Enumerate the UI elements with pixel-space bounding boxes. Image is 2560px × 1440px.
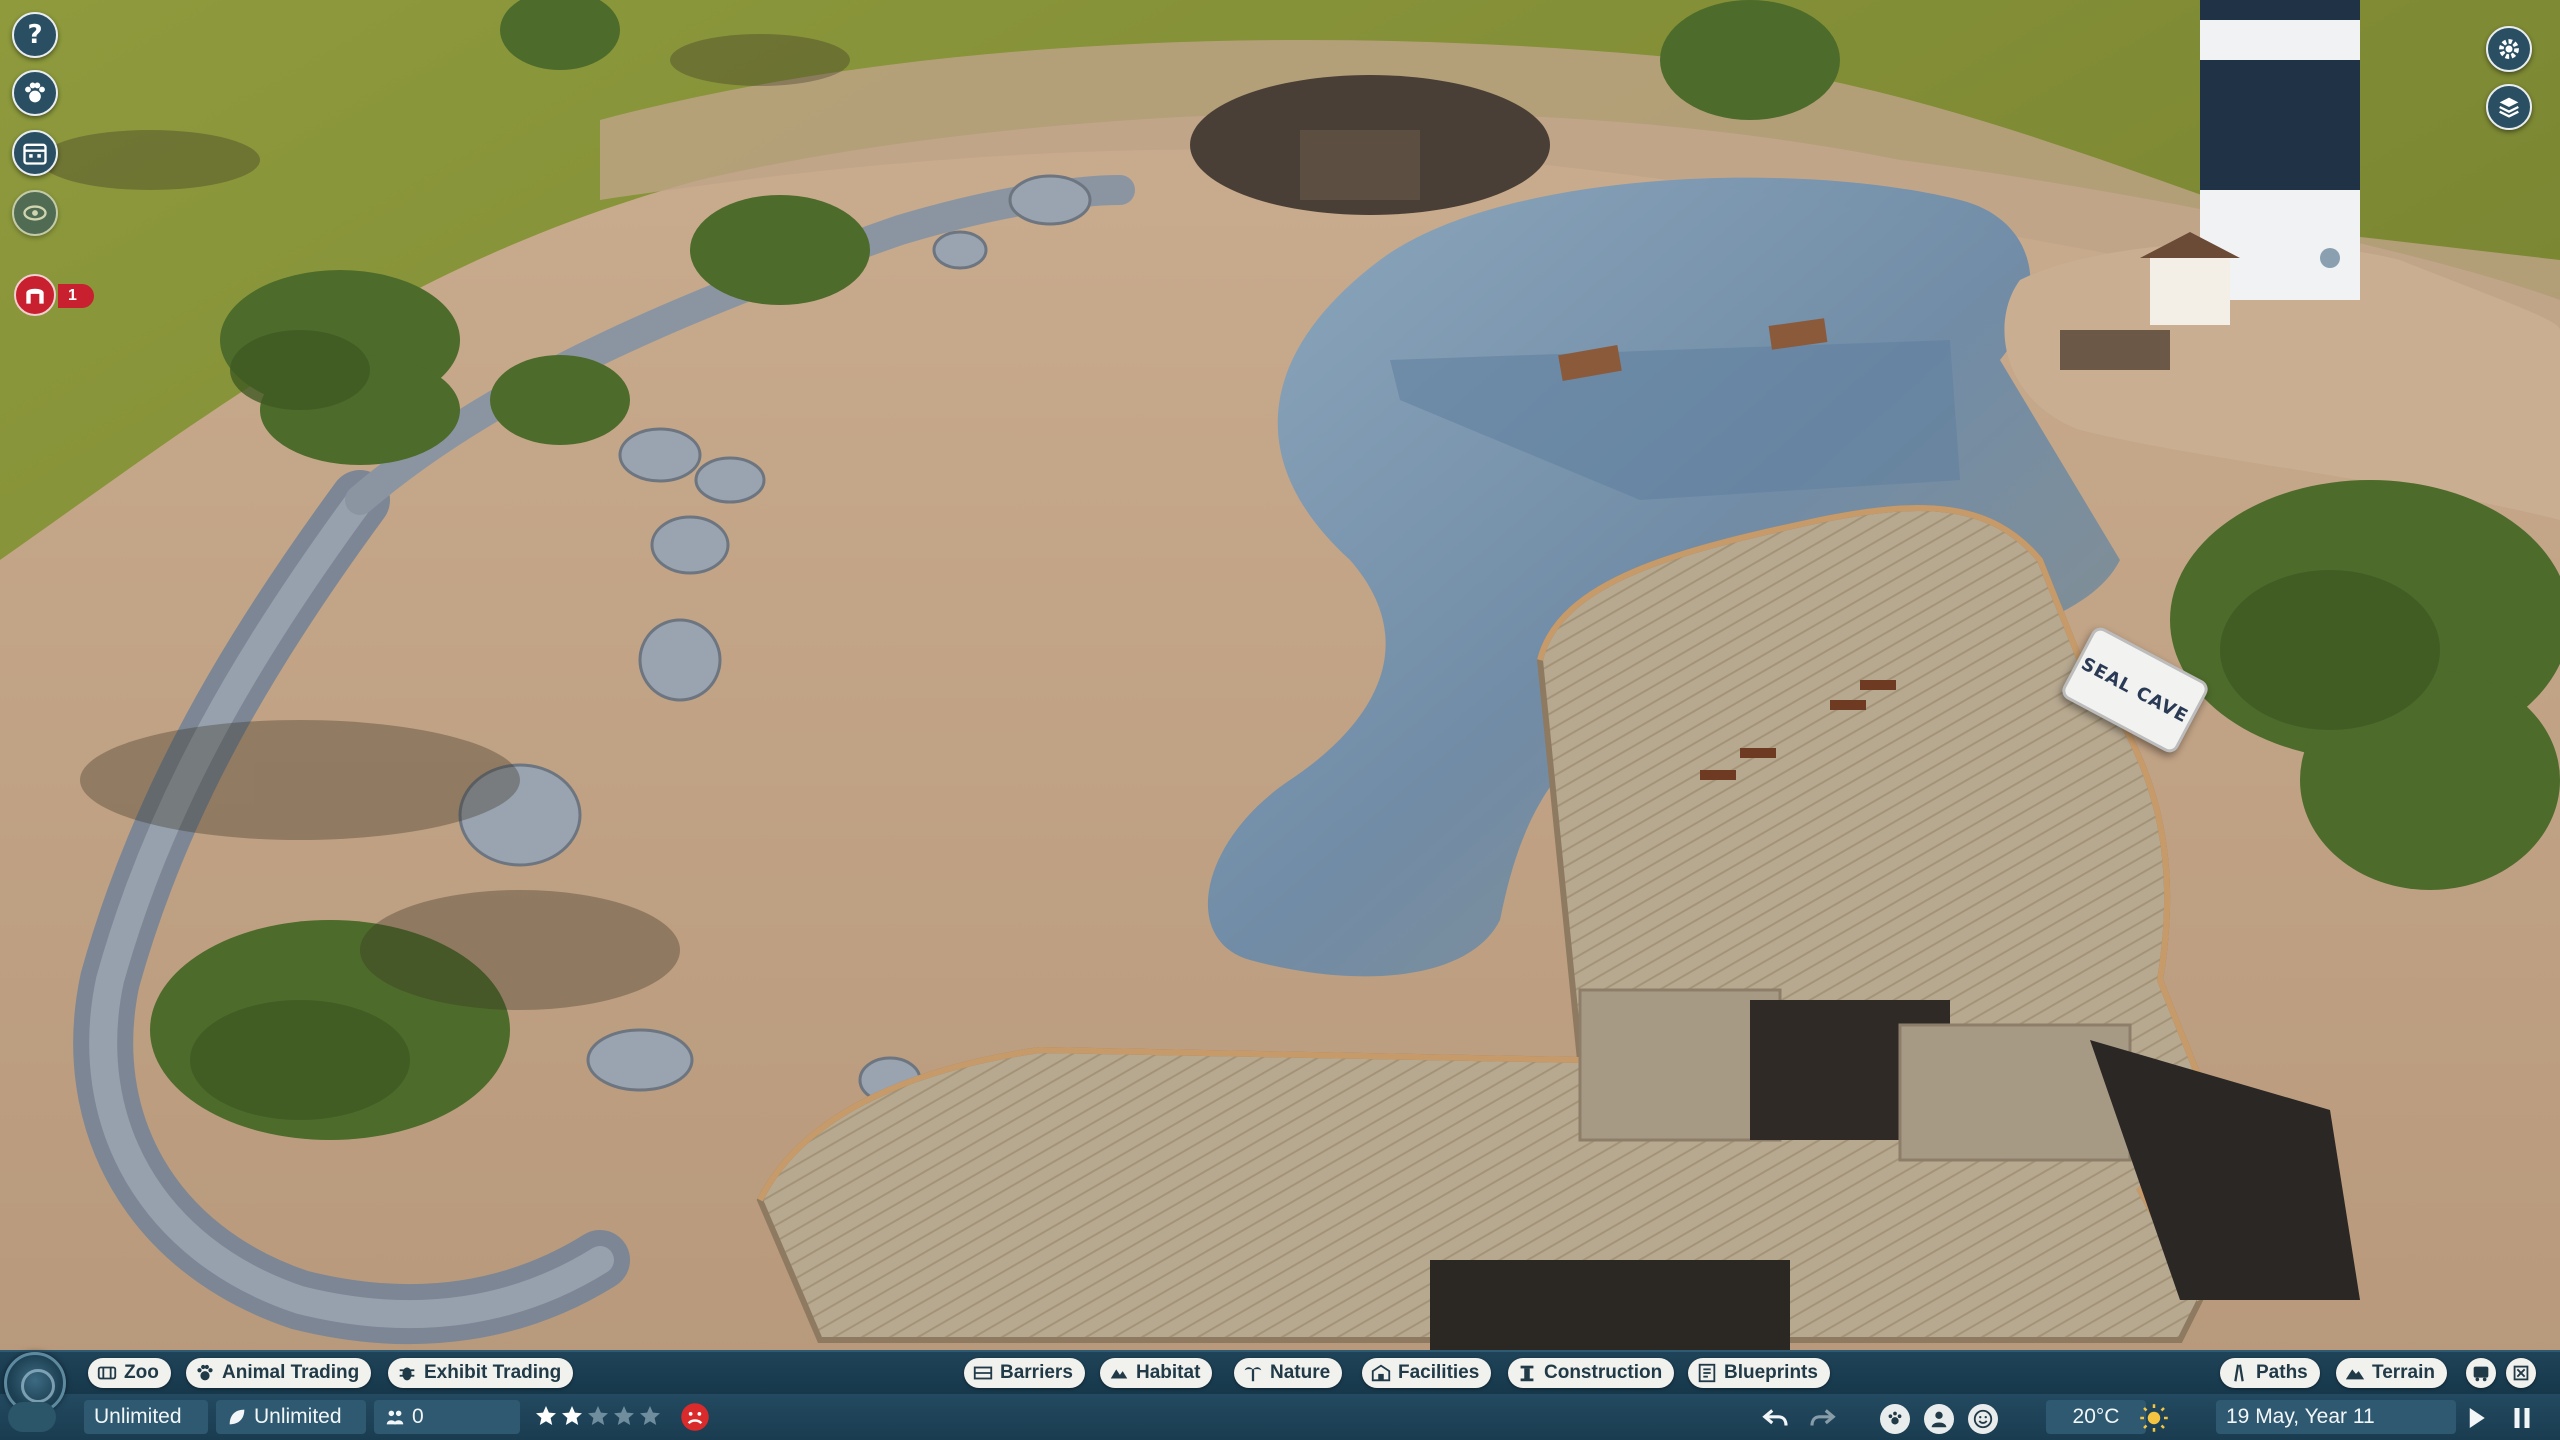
pause-icon — [2514, 1408, 2530, 1428]
animal-trading-tab[interactable]: Animal Trading — [186, 1358, 372, 1388]
help-button[interactable]: ? — [12, 12, 58, 58]
facility-building-icon — [1371, 1364, 1391, 1382]
calendar-button[interactable] — [12, 130, 58, 176]
guests-icon — [386, 1410, 404, 1425]
temperature-value: 20°C — [2072, 1405, 2120, 1428]
redo-icon — [1810, 1409, 1836, 1426]
alert-gate-icon — [26, 288, 44, 304]
alert-count-badge: 1 — [58, 284, 94, 308]
terrain-tab[interactable]: Terrain — [2336, 1358, 2448, 1388]
sad-face-icon[interactable] — [680, 1402, 710, 1432]
habitat-icon — [1110, 1369, 1128, 1379]
redo-button[interactable] — [1806, 1402, 1838, 1434]
animal-paw-icon — [197, 1364, 213, 1381]
palm-tree-icon — [1244, 1367, 1262, 1382]
blueprints-tab-label: Blueprints — [1724, 1362, 1818, 1383]
settings-gear-icon — [2499, 39, 2519, 59]
animal-paw-icon — [25, 82, 45, 103]
terrain-tab-label: Terrain — [2372, 1362, 2436, 1383]
undo-button[interactable] — [1760, 1402, 1792, 1434]
bus-icon — [2473, 1366, 2489, 1382]
money-display[interactable]: Unlimited — [84, 1400, 208, 1434]
research-display[interactable]: Unlimited — [216, 1400, 366, 1434]
zoo-icon — [97, 1366, 117, 1380]
transport-tab[interactable] — [2466, 1358, 2496, 1388]
alert-button[interactable] — [14, 274, 56, 316]
barriers-tab[interactable]: Barriers — [964, 1358, 1085, 1388]
terrain-icon — [2345, 1369, 2365, 1380]
bug-icon — [399, 1367, 415, 1381]
staff-icon — [1931, 1411, 1947, 1428]
habitat-tab[interactable]: Habitat — [1100, 1358, 1213, 1388]
star-empty-icon — [588, 1406, 608, 1425]
blueprints-tab[interactable]: Blueprints — [1688, 1358, 1830, 1388]
date-value: 19 May, Year 11 — [2226, 1405, 2375, 1428]
star-empty-icon — [614, 1406, 634, 1425]
undo-icon — [1762, 1409, 1788, 1426]
staff-view-button[interactable] — [1924, 1404, 1954, 1434]
nature-tab-label: Nature — [1270, 1362, 1331, 1383]
fence-icon — [973, 1366, 993, 1380]
game-viewport[interactable]: SEAL CAVE — [0, 0, 2560, 1440]
delete-tab[interactable] — [2506, 1358, 2536, 1388]
exhibit-trading-tab[interactable]: Exhibit Trading — [388, 1358, 574, 1388]
heatmap-view-button[interactable] — [1968, 1404, 1998, 1434]
money-value: Unlimited — [94, 1405, 182, 1428]
play-speed-button[interactable] — [2460, 1402, 2492, 1434]
facilities-tab[interactable]: Facilities — [1362, 1358, 1492, 1388]
habitat-tab-label: Habitat — [1136, 1362, 1201, 1383]
guests-value: 0 — [412, 1405, 424, 1428]
construction-pillar-icon — [1520, 1365, 1534, 1382]
temperature-display: 20°C — [2046, 1400, 2146, 1434]
help-icon: ? — [27, 20, 43, 50]
pause-button[interactable] — [2506, 1402, 2538, 1434]
zoo-tab-label: Zoo — [124, 1362, 159, 1383]
date-display: 19 May, Year 11 — [2216, 1400, 2456, 1434]
weather-indicator — [2138, 1402, 2170, 1434]
paw-badge-icon — [1888, 1411, 1902, 1425]
settings-button[interactable] — [2486, 26, 2532, 72]
blueprint-icon — [1698, 1363, 1716, 1383]
paths-tab-label: Paths — [2256, 1362, 2308, 1383]
paths-tab[interactable]: Paths — [2220, 1358, 2320, 1388]
research-value: Unlimited — [254, 1405, 342, 1428]
zoopedia-button[interactable] — [2486, 84, 2532, 130]
book-icon — [2499, 97, 2519, 118]
exhibit-trading-tab-label: Exhibit Trading — [424, 1362, 562, 1383]
camera-toggle[interactable] — [8, 1402, 56, 1432]
star-empty-icon — [640, 1406, 660, 1425]
zoo-view-button[interactable] — [1880, 1404, 1910, 1434]
zoo-tab[interactable]: Zoo — [88, 1358, 171, 1388]
barriers-tab-label: Barriers — [1000, 1362, 1073, 1383]
zoo-rating-stars[interactable] — [534, 1404, 662, 1432]
star-filled-icon — [536, 1406, 556, 1425]
star-filled-icon — [562, 1406, 582, 1425]
view-button[interactable] — [12, 190, 58, 236]
sun-icon — [2140, 1404, 2168, 1432]
facilities-tab-label: Facilities — [1398, 1362, 1480, 1383]
guests-display[interactable]: 0 — [374, 1400, 520, 1434]
construction-tab-label: Construction — [1544, 1362, 1663, 1383]
animal-trading-tab-label: Animal Trading — [222, 1362, 360, 1383]
play-icon — [2469, 1408, 2485, 1428]
paths-icon — [2234, 1364, 2244, 1382]
animals-button[interactable] — [12, 70, 58, 116]
smiley-icon — [1973, 1409, 1993, 1429]
leaf-icon — [229, 1409, 245, 1425]
delete-icon — [2513, 1365, 2529, 1381]
nature-tab[interactable]: Nature — [1234, 1358, 1343, 1388]
construction-tab[interactable]: Construction — [1508, 1358, 1675, 1388]
eye-icon — [23, 205, 47, 221]
calendar-icon — [23, 143, 47, 165]
